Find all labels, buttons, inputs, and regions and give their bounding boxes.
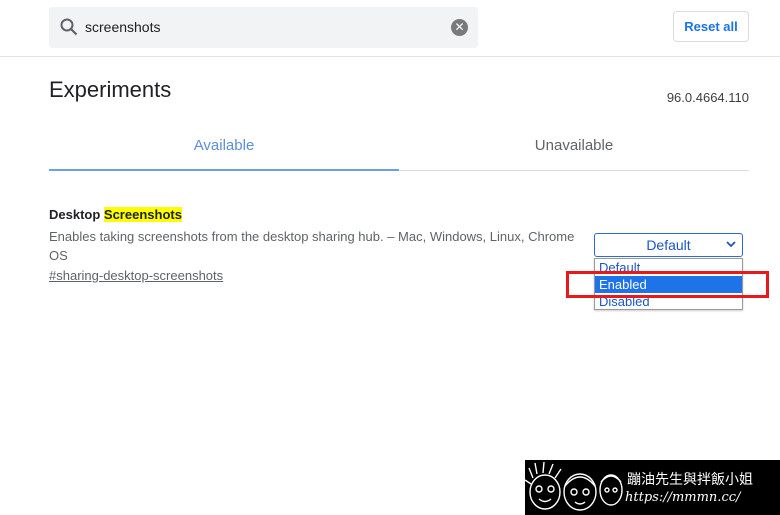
experiment-title: Desktop Screenshots [49, 207, 182, 222]
cartoon-faces-icon [525, 461, 623, 511]
experiment-title-prefix: Desktop [49, 207, 104, 222]
search-match-highlight: Screenshots [103, 207, 182, 222]
annotation-highlight-box [566, 271, 769, 298]
watermark-logo: 蹦油先生與拌飯小姐 https://mmmn.cc/ [525, 460, 780, 515]
search-box[interactable]: ✕ [49, 7, 478, 48]
watermark-title: 蹦油先生與拌飯小姐 [627, 472, 753, 488]
tab-bar: Available Unavailable [49, 128, 749, 171]
reset-all-button[interactable]: Reset all [673, 11, 749, 42]
page-title: Experiments [49, 77, 172, 102]
chevron-down-icon [726, 241, 736, 248]
clear-search-icon[interactable]: ✕ [451, 19, 468, 36]
search-input[interactable] [85, 7, 445, 48]
tab-available[interactable]: Available [49, 128, 399, 171]
version-label: 96.0.4664.110 [666, 90, 749, 105]
watermark-url: https://mmmn.cc/ [625, 490, 741, 505]
experiment-state-select[interactable]: Default [594, 233, 743, 257]
tab-unavailable[interactable]: Unavailable [399, 128, 749, 170]
experiment-description: Enables taking screenshots from the desk… [49, 229, 575, 263]
top-bar: ✕ Reset all [0, 0, 780, 57]
experiment-permalink[interactable]: #sharing-desktop-screenshots [49, 268, 223, 283]
search-icon [60, 18, 78, 36]
select-value: Default [646, 237, 691, 253]
